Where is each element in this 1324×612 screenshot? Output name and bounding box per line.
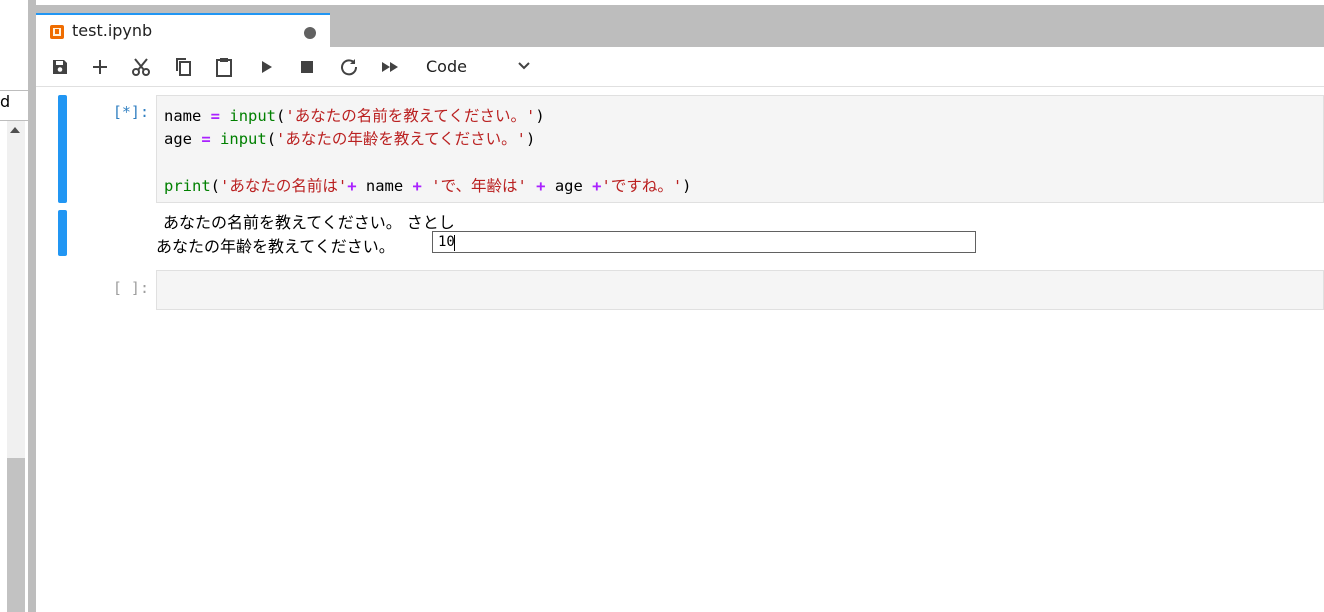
copy-button[interactable]	[172, 56, 194, 78]
file-browser-column-label: d	[0, 92, 11, 111]
add-icon	[93, 60, 107, 74]
divider	[0, 90, 28, 91]
code-line: age = input('あなたの年齢を教えてください。')	[164, 130, 536, 148]
input-prompt: [*]:	[112, 103, 149, 121]
file-browser-panel: d	[0, 0, 28, 612]
code-editor[interactable]	[156, 270, 1324, 310]
cell-type-select[interactable]: Code	[426, 57, 467, 76]
code-editor[interactable]: name = input('あなたの名前を教えてください。') age = in…	[156, 95, 1324, 203]
chevron-down-icon[interactable]	[516, 57, 532, 73]
cut-button[interactable]	[130, 56, 152, 78]
run-icon	[262, 61, 272, 73]
run-cell-button[interactable]	[256, 56, 278, 78]
scroll-up-arrow-icon[interactable]	[10, 127, 20, 133]
interrupt-kernel-button[interactable]	[296, 56, 318, 78]
stdin-input[interactable]: 10	[432, 231, 976, 253]
notebook-panel: [*]: name = input('あなたの名前を教えてください。') age…	[36, 87, 1324, 612]
unsaved-indicator-icon[interactable]	[304, 27, 316, 39]
cell-output-collapser[interactable]	[58, 210, 67, 256]
stdin-prompt-text: あなたの年齢を教えてください。	[156, 237, 395, 256]
notebook-icon	[50, 25, 64, 39]
stop-icon	[301, 61, 313, 73]
input-prompt: [ ]:	[112, 279, 149, 297]
paste-button[interactable]	[213, 56, 235, 78]
fast-forward-icon	[382, 62, 398, 72]
stdin-input-value: 10	[438, 234, 455, 250]
cell-output: あなたの名前を教えてください。 さとし あなたの年齢を教えてください。 10	[156, 207, 1324, 259]
code-line: name = input('あなたの名前を教えてください。')	[164, 107, 545, 125]
scrollbar-thumb[interactable]	[7, 458, 25, 612]
tab-notebook[interactable]: test.ipynb	[36, 13, 330, 48]
copy-icon	[176, 58, 191, 76]
restart-icon	[341, 59, 358, 76]
save-icon	[53, 60, 67, 74]
tab-title: test.ipynb	[72, 21, 153, 40]
cut-icon	[132, 58, 150, 76]
code-line: print('あなたの名前は'+ name + 'で、年齢は' + age +'…	[164, 177, 692, 195]
restart-kernel-button[interactable]	[338, 56, 360, 78]
paste-icon	[216, 58, 232, 77]
stdout-text: あなたの名前を教えてください。 さとし	[163, 213, 455, 232]
save-button[interactable]	[49, 56, 71, 78]
restart-run-all-button[interactable]	[379, 56, 401, 78]
panel-splitter[interactable]	[28, 0, 36, 612]
text-caret	[454, 235, 455, 251]
insert-cell-button[interactable]	[89, 56, 111, 78]
notebook-toolbar: Code	[36, 48, 1324, 87]
